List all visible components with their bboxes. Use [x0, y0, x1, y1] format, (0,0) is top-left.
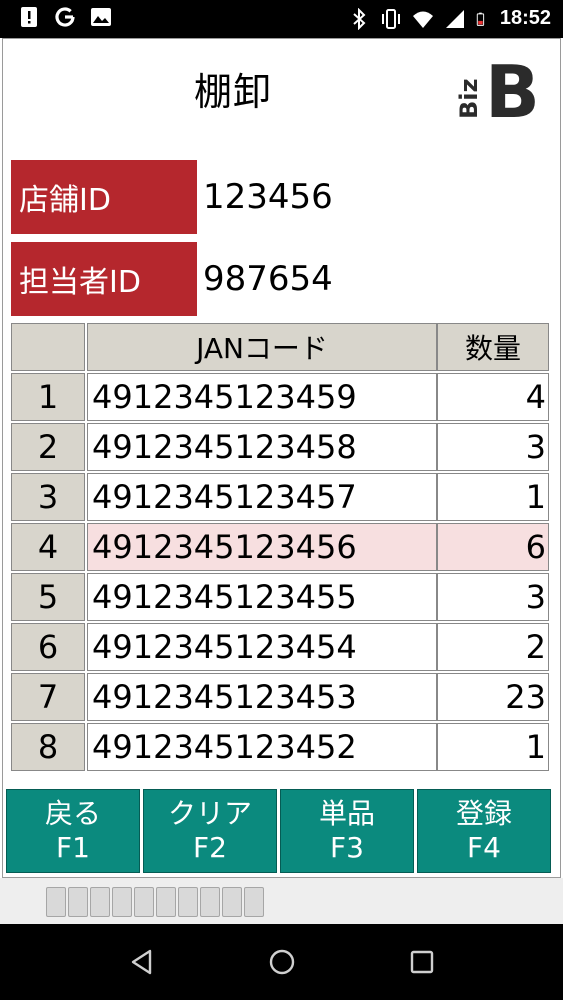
qty-cell[interactable]: 1: [437, 473, 549, 521]
row-number[interactable]: 3: [11, 473, 85, 521]
status-bar: 18:52: [0, 0, 563, 38]
qty-cell[interactable]: 4: [437, 373, 549, 421]
row-number[interactable]: 4: [11, 523, 85, 571]
qty-cell[interactable]: 2: [437, 623, 549, 671]
clear-button-label: クリア: [167, 797, 252, 830]
jan-cell[interactable]: 4912345123456: [87, 523, 437, 571]
jan-cell[interactable]: 4912345123455: [87, 573, 437, 621]
table-header-index: [11, 323, 85, 371]
alert-icon: [21, 7, 37, 27]
bottom-strip: [0, 878, 563, 924]
recents-icon[interactable]: [408, 948, 436, 976]
qty-cell[interactable]: 6: [437, 523, 549, 571]
row-number[interactable]: 8: [11, 723, 85, 771]
register-button-label: 登録: [455, 797, 512, 830]
register-button[interactable]: 登録 F4: [417, 789, 551, 873]
row-number[interactable]: 7: [11, 673, 85, 721]
table-header-qty: 数量: [437, 323, 549, 371]
single-item-button[interactable]: 単品 F3: [280, 789, 414, 873]
store-id-value: 123456: [203, 177, 333, 217]
qty-cell[interactable]: 23: [437, 673, 549, 721]
clear-button-key: F2: [193, 831, 227, 864]
logo-text: Biz: [455, 79, 483, 120]
jan-cell[interactable]: 4912345123457: [87, 473, 437, 521]
jan-cell[interactable]: 4912345123452: [87, 723, 437, 771]
row-number[interactable]: 5: [11, 573, 85, 621]
store-id-label: 店舗ID: [11, 160, 197, 234]
qty-cell[interactable]: 1: [437, 723, 549, 771]
page-title: 棚卸: [193, 70, 272, 114]
wifi-icon: [412, 11, 433, 28]
qty-cell[interactable]: 3: [437, 573, 549, 621]
clear-button[interactable]: クリア F2: [143, 789, 277, 873]
row-number[interactable]: 2: [11, 423, 85, 471]
single-item-button-key: F3: [330, 831, 364, 864]
navigation-bar: [0, 924, 563, 1000]
back-icon[interactable]: [128, 948, 156, 976]
jan-cell[interactable]: 4912345123454: [87, 623, 437, 671]
back-button[interactable]: 戻る F1: [6, 789, 140, 873]
vibrate-icon: [381, 8, 400, 29]
progress-cell: [200, 887, 220, 917]
signal-icon: [445, 9, 464, 28]
jan-cell[interactable]: 4912345123459: [87, 373, 437, 421]
logo-letter: B: [485, 57, 540, 121]
back-button-key: F1: [56, 831, 90, 864]
jan-cell[interactable]: 4912345123453: [87, 673, 437, 721]
qty-cell[interactable]: 3: [437, 423, 549, 471]
progress-cells: [46, 887, 266, 917]
single-item-button-label: 単品: [318, 797, 375, 830]
biz-logo: Biz B: [455, 57, 540, 121]
google-icon: [55, 7, 75, 27]
progress-cell: [222, 887, 242, 917]
progress-cell: [46, 887, 66, 917]
jan-cell[interactable]: 4912345123458: [87, 423, 437, 471]
table-header-jan: JANコード: [87, 323, 437, 371]
row-number[interactable]: 6: [11, 623, 85, 671]
progress-cell: [112, 887, 132, 917]
progress-cell: [156, 887, 176, 917]
inventory-screen: 棚卸 Biz B 店舗ID 123456 担当者ID 987654 JANコード…: [2, 38, 561, 878]
row-number[interactable]: 1: [11, 373, 85, 421]
progress-cell: [68, 887, 88, 917]
register-button-key: F4: [467, 831, 501, 864]
progress-cell: [244, 887, 264, 917]
status-time: 18:52: [499, 7, 551, 29]
bluetooth-icon: [353, 7, 366, 30]
back-button-label: 戻る: [44, 797, 101, 830]
progress-cell: [134, 887, 154, 917]
staff-id-label: 担当者ID: [11, 242, 197, 316]
home-icon[interactable]: [268, 948, 296, 976]
battery-icon: [476, 12, 484, 26]
image-icon: [91, 8, 111, 26]
staff-id-value: 987654: [203, 259, 333, 299]
progress-cell: [178, 887, 198, 917]
progress-cell: [90, 887, 110, 917]
